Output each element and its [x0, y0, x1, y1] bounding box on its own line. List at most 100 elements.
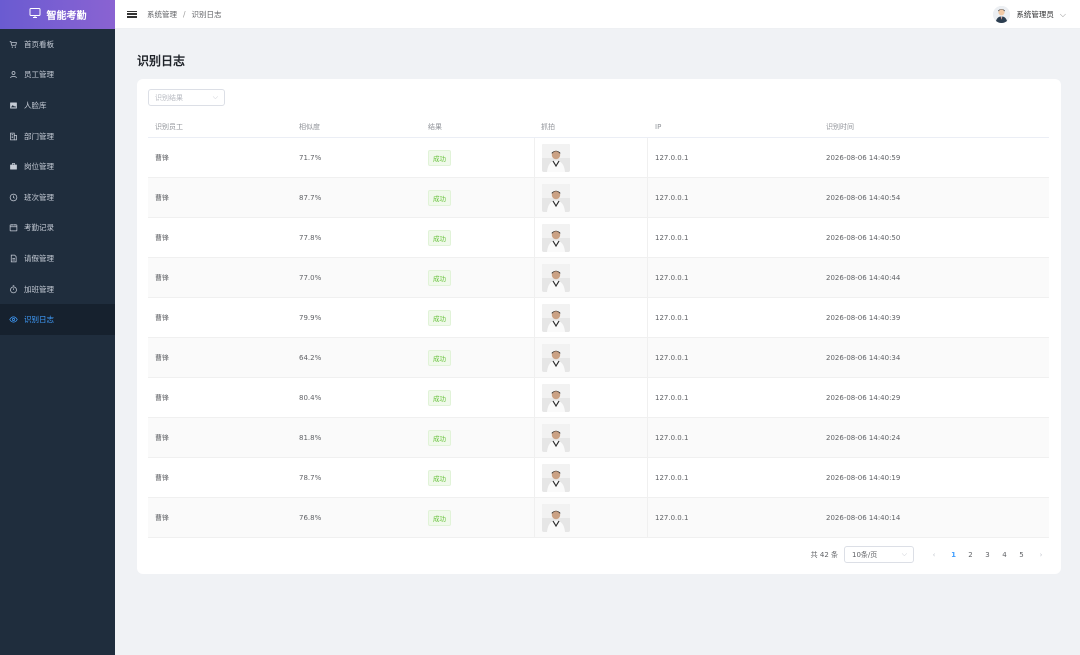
status-badge: 成功	[428, 429, 451, 446]
column-header-time[interactable]: 识别时间	[819, 122, 1049, 132]
breadcrumb-item-parent[interactable]: 系统管理	[147, 9, 177, 20]
cell-time: 2026-08-06 14:40:54	[826, 193, 901, 202]
column-header-employee[interactable]: 识别员工	[148, 122, 292, 132]
cell-snapshot	[534, 218, 648, 257]
table-row: 曹锋 87.7% 成功 127.0.0.1 2026-08-06 14:40:54	[148, 178, 1049, 218]
sidebar-item-label: 班次管理	[24, 192, 54, 202]
sidebar-item-0[interactable]: 首页看板	[0, 29, 115, 60]
pagination: 共 42 条 10条/页 ⌵ ‹ 12345 ›	[811, 546, 1047, 563]
cell-snapshot	[534, 298, 648, 337]
status-badge: 成功	[428, 229, 451, 246]
breadcrumb-separator: /	[183, 9, 186, 19]
column-header-similarity[interactable]: 相似度	[292, 122, 421, 132]
app-logo[interactable]: 智能考勤	[0, 0, 115, 29]
cell-result: 成功	[421, 229, 534, 246]
page-button-3[interactable]: 3	[980, 551, 995, 559]
cell-result: 成功	[421, 189, 534, 206]
cell-similarity: 87.7%	[299, 193, 322, 202]
cell-employee: 曹锋	[155, 313, 169, 322]
chevron-down-icon: ⌵	[212, 93, 218, 101]
next-page-button[interactable]: ›	[1035, 551, 1047, 559]
sidebar-item-4[interactable]: 岗位管理	[0, 151, 115, 182]
snapshot-thumbnail[interactable]	[542, 303, 570, 332]
sidebar-item-6[interactable]: 考勤记录	[0, 213, 115, 244]
cell-result: 成功	[421, 509, 534, 526]
cell-snapshot	[534, 378, 648, 417]
menu-toggle-icon[interactable]	[127, 9, 137, 19]
column-header-result[interactable]: 结果	[421, 122, 534, 132]
recognition-log-table: 识别员工 相似度 结果 抓拍 IP 识别时间 曹锋 71.7% 成功 127.0.0.…	[148, 116, 1049, 538]
cell-employee: 曹锋	[155, 353, 169, 362]
breadcrumb-item-current: 识别日志	[191, 9, 222, 19]
page-button-4[interactable]: 4	[997, 551, 1012, 559]
table-body: 曹锋 71.7% 成功 127.0.0.1 2026-08-06 14:40:59 曹锋 8…	[148, 138, 1049, 538]
breadcrumb: 系统管理 / 识别日志	[147, 9, 222, 20]
cell-similarity: 81.8%	[299, 433, 322, 442]
user-menu[interactable]: 系统管理员 ⌵	[993, 0, 1066, 29]
sidebar-item-label: 员工管理	[24, 70, 54, 80]
table-row: 曹锋 76.8% 成功 127.0.0.1 2026-08-06 14:40:14	[148, 498, 1049, 538]
app-title: 智能考勤	[46, 11, 87, 22]
cell-time: 2026-08-06 14:40:14	[826, 513, 901, 522]
snapshot-thumbnail[interactable]	[542, 263, 570, 292]
cell-result: 成功	[421, 149, 534, 166]
user-name: 系统管理员	[1016, 10, 1054, 19]
snapshot-thumbnail[interactable]	[542, 223, 570, 252]
cell-result: 成功	[421, 349, 534, 366]
cell-similarity: 79.9%	[299, 313, 322, 322]
column-header-ip[interactable]: IP	[648, 123, 819, 131]
sidebar-item-2[interactable]: 人脸库	[0, 90, 115, 121]
sidebar-item-7[interactable]: 请假管理	[0, 243, 115, 274]
sidebar-item-label: 岗位管理	[24, 162, 54, 172]
column-header-snapshot[interactable]: 抓拍	[534, 116, 648, 137]
cell-ip: 127.0.0.1	[655, 153, 689, 162]
status-badge: 成功	[428, 189, 451, 206]
page-button-1[interactable]: 1	[946, 551, 961, 559]
cell-snapshot	[534, 338, 648, 377]
cell-time: 2026-08-06 14:40:50	[826, 233, 901, 242]
cell-similarity: 80.4%	[299, 393, 322, 402]
snapshot-thumbnail[interactable]	[542, 383, 570, 412]
cell-similarity: 77.8%	[299, 233, 322, 242]
cell-ip: 127.0.0.1	[655, 433, 689, 442]
snapshot-thumbnail[interactable]	[542, 423, 570, 452]
filter-placeholder: 识别结果	[155, 93, 183, 102]
cell-employee: 曹锋	[155, 513, 169, 522]
table-row: 曹锋 77.8% 成功 127.0.0.1 2026-08-06 14:40:50	[148, 218, 1049, 258]
result-filter-select[interactable]: 识别结果 ⌵	[148, 89, 225, 106]
snapshot-thumbnail[interactable]	[542, 503, 570, 532]
cell-snapshot	[534, 458, 648, 497]
cell-employee: 曹锋	[155, 193, 169, 202]
calendar-icon	[8, 223, 18, 233]
sidebar-item-1[interactable]: 员工管理	[0, 60, 115, 91]
clock-icon	[8, 192, 18, 202]
log-card: 识别结果 ⌵ 识别员工 相似度 结果 抓拍 IP 识别时间 曹锋 71.7% 成功 1…	[137, 79, 1061, 574]
stopwatch-icon	[8, 284, 18, 294]
cell-similarity: 77.0%	[299, 273, 322, 282]
cell-snapshot	[534, 258, 648, 297]
eye-icon	[8, 315, 18, 325]
cell-similarity: 76.8%	[299, 513, 322, 522]
status-badge: 成功	[428, 309, 451, 326]
cell-employee: 曹锋	[155, 473, 169, 482]
sidebar-item-3[interactable]: 部门管理	[0, 121, 115, 152]
snapshot-thumbnail[interactable]	[542, 343, 570, 372]
prev-page-button[interactable]: ‹	[928, 551, 940, 559]
table-row: 曹锋 71.7% 成功 127.0.0.1 2026-08-06 14:40:59	[148, 138, 1049, 178]
cell-ip: 127.0.0.1	[655, 353, 689, 362]
page-button-5[interactable]: 5	[1014, 551, 1029, 559]
snapshot-thumbnail[interactable]	[542, 143, 570, 172]
snapshot-thumbnail[interactable]	[542, 463, 570, 492]
cell-employee: 曹锋	[155, 153, 169, 162]
page-button-2[interactable]: 2	[963, 551, 978, 559]
sidebar-item-label: 人脸库	[24, 100, 47, 110]
sidebar-item-5[interactable]: 班次管理	[0, 182, 115, 213]
status-badge: 成功	[428, 349, 451, 366]
cell-snapshot	[534, 498, 648, 537]
cell-result: 成功	[421, 429, 534, 446]
snapshot-thumbnail[interactable]	[542, 183, 570, 212]
page-size-select[interactable]: 10条/页 ⌵	[844, 546, 914, 563]
sidebar-item-8[interactable]: 加班管理	[0, 274, 115, 305]
sidebar-item-9[interactable]: 识别日志	[0, 304, 115, 335]
cell-employee: 曹锋	[155, 273, 169, 282]
